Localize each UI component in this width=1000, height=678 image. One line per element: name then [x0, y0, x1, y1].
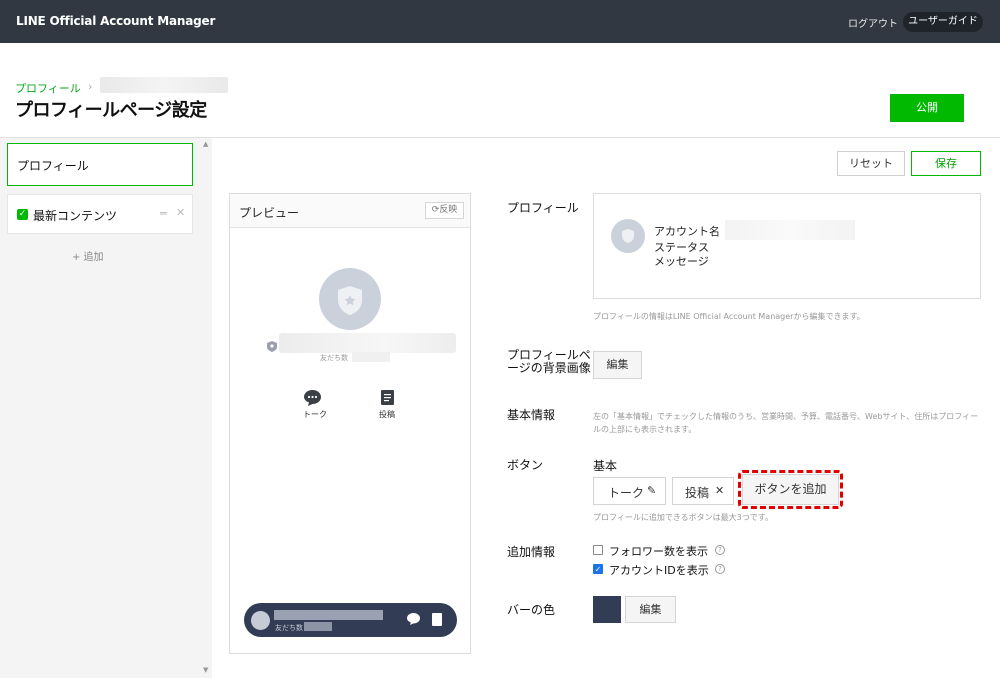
user-guide-button[interactable]: ユーザーガイド	[903, 12, 983, 32]
help-icon[interactable]: ?	[715, 545, 725, 555]
reflect-button[interactable]: ⟳反映	[425, 202, 464, 219]
app-brand[interactable]: LINE Official Account Manager	[16, 14, 215, 28]
show-account-id-checkbox[interactable]: ✓	[593, 564, 603, 574]
bar-color-edit-button[interactable]: 編集	[625, 596, 676, 623]
breadcrumb-separator: ›	[88, 80, 93, 93]
top-bar: LINE Official Account Manager ログアウト ユーザー…	[0, 0, 1000, 43]
sidebar-item-label: 最新コンテンツ	[33, 209, 118, 223]
preview-friends-label: 友だち数	[320, 354, 348, 362]
post-document-icon	[381, 390, 394, 405]
post-chip-label: 投稿	[685, 486, 710, 500]
breadcrumb-profile[interactable]: プロフィール	[15, 80, 81, 96]
remove-icon[interactable]: ✕	[176, 206, 185, 219]
background-edit-button[interactable]: 編集	[593, 351, 642, 379]
shield-star-icon	[338, 286, 362, 315]
sidebar-item-latest-content[interactable]: ✓ 最新コンテンツ ═ ✕	[7, 194, 193, 234]
chat-bubble-icon	[304, 390, 321, 406]
status-message-label: ステータスメッセージ	[654, 241, 709, 268]
help-icon[interactable]: ?	[715, 564, 725, 574]
profile-box-avatar	[611, 219, 645, 253]
scroll-up-icon[interactable]: ▲	[203, 140, 208, 148]
checkbox-checked-icon[interactable]: ✓	[17, 209, 28, 220]
bar-friends-redacted	[304, 622, 332, 631]
extra-info-label: 追加情報	[507, 545, 556, 559]
save-button[interactable]: 保存	[911, 151, 981, 176]
preview-header: プレビュー ⟳反映	[230, 194, 470, 228]
bar-color-swatch[interactable]	[593, 596, 621, 623]
add-content-button[interactable]: + 追加	[72, 248, 104, 263]
preview-talk-label: トーク	[303, 410, 327, 419]
preview-post-label: 投稿	[379, 410, 395, 419]
basic-info-help-text: 左の「基本情報」でチェックした情報のうち、営業時間、予算、電話番号、Webサイト…	[593, 412, 979, 434]
bar-name-redacted	[274, 610, 383, 620]
talk-button-chip[interactable]: トーク ✎	[593, 477, 666, 505]
show-followers-label[interactable]: フォロワー数を表示	[609, 543, 708, 559]
bar-friends-label: 友だち数	[275, 624, 303, 632]
talk-chip-label: トーク	[608, 486, 645, 500]
background-image-label: プロフィールページの背景画像	[507, 348, 591, 375]
show-followers-checkbox[interactable]	[593, 545, 603, 555]
breadcrumb-account-redacted	[100, 77, 228, 93]
post-button-chip[interactable]: 投稿 ✕	[672, 477, 734, 505]
basic-info-label: 基本情報	[507, 408, 556, 422]
sidebar-item-profile[interactable]: プロフィール	[7, 143, 193, 186]
buttons-basic-label: 基本	[593, 459, 618, 473]
sidebar-scrollbar[interactable]	[200, 138, 212, 678]
profile-info-box: アカウント名 ステータスメッセージ	[593, 193, 981, 299]
scroll-down-icon[interactable]: ▼	[203, 666, 208, 674]
profile-avatar	[319, 268, 381, 330]
account-name-redacted	[725, 220, 855, 240]
drag-handle-icon[interactable]: ═	[160, 207, 167, 220]
bar-chat-icon	[407, 613, 420, 625]
reset-button[interactable]: リセット	[837, 151, 905, 176]
profile-help-text: プロフィールの情報はLINE Official Account Managerか…	[593, 312, 865, 321]
publish-button[interactable]: 公開	[890, 94, 964, 122]
bar-avatar	[251, 611, 270, 630]
preview-panel: プレビュー ⟳反映 友だち数 トーク 投稿 友だち数	[229, 193, 471, 654]
buttons-help-text: プロフィールに追加できるボタンは最大3つです。	[593, 513, 773, 522]
bar-color-label: バーの色	[507, 603, 556, 617]
preview-friends-redacted	[352, 352, 390, 362]
bar-post-icon	[432, 613, 442, 626]
buttons-label: ボタン	[507, 458, 544, 472]
preview-name-redacted	[279, 333, 456, 353]
pencil-icon[interactable]: ✎	[647, 484, 656, 497]
sidebar-item-label: プロフィール	[17, 159, 89, 173]
remove-post-icon[interactable]: ✕	[715, 484, 724, 497]
logout-link[interactable]: ログアウト	[848, 15, 898, 30]
profile-label: プロフィール	[507, 201, 579, 215]
account-name-label: アカウント名	[654, 225, 720, 238]
preview-title: プレビュー	[239, 206, 300, 220]
verified-badge-icon	[267, 341, 277, 352]
show-account-id-label[interactable]: アカウントIDを表示	[609, 562, 709, 578]
shield-icon	[622, 229, 634, 243]
highlight-annotation	[738, 470, 843, 509]
preview-bottom-bar: 友だち数	[244, 603, 457, 637]
page-title: プロフィールページ設定	[15, 100, 207, 121]
